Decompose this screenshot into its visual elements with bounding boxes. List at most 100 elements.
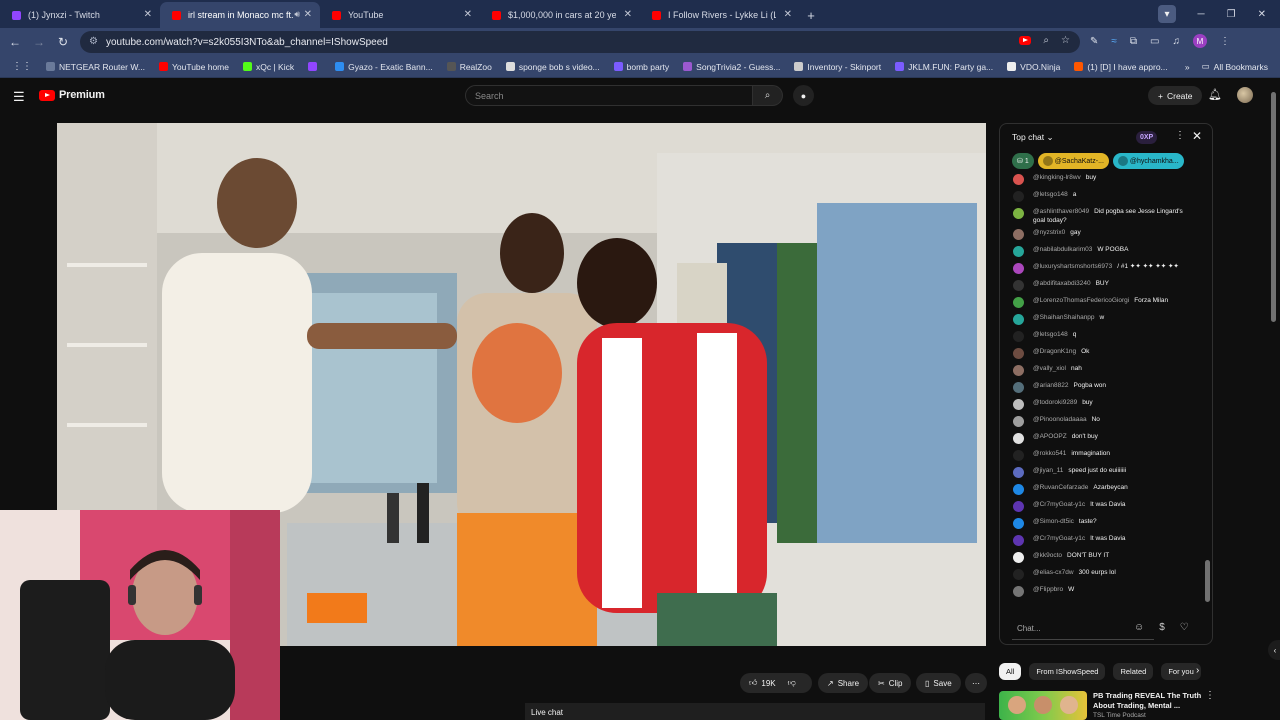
chat-author-name[interactable]: @nyzstrix0 <box>1033 229 1065 236</box>
chat-message[interactable]: @jiyan_11 speed just do euiiiiiii <box>1000 465 1200 482</box>
more-actions-button[interactable]: ⋯ <box>965 673 987 693</box>
chat-author-name[interactable]: @RuvanCefarzade <box>1033 484 1088 491</box>
chat-author-name[interactable]: @Pinoonoladaaaa <box>1033 416 1087 423</box>
reload-button[interactable]: ↻ <box>51 35 75 49</box>
chat-author-avatar[interactable] <box>1013 484 1024 495</box>
super-chat-ticker[interactable]: @hychamkha... <box>1112 153 1184 169</box>
chat-author-name[interactable]: @jiyan_11 <box>1033 467 1063 474</box>
chat-mode-select[interactable]: Top chat ⌄ <box>1012 132 1054 143</box>
tab-search-button[interactable]: ▾ <box>1158 5 1176 23</box>
chat-author-avatar[interactable] <box>1013 174 1024 185</box>
youtube-app-icon[interactable] <box>1019 36 1032 45</box>
new-tab-button[interactable]: + <box>800 2 822 28</box>
chat-author-avatar[interactable] <box>1013 535 1024 546</box>
side-panel-expand-icon[interactable]: ‹ <box>1268 640 1280 660</box>
chat-message[interactable]: @letsgo148 a <box>1000 189 1200 206</box>
chat-author-name[interactable]: @rokko541 <box>1033 450 1066 457</box>
close-tab-icon[interactable]: ✕ <box>464 9 472 20</box>
chat-message[interactable]: @APOOPZ don't buy <box>1000 431 1200 448</box>
minimize-icon[interactable]: ─ <box>1198 9 1205 20</box>
restore-icon[interactable]: ❐ <box>1227 9 1236 20</box>
chat-message[interactable]: @ShaihanShaihanpp w <box>1000 312 1200 329</box>
close-tab-icon[interactable]: ✕ <box>624 9 632 20</box>
chat-message[interactable]: @letsgo148 q <box>1000 329 1200 346</box>
bookmark-item[interactable]: (1) [D] I have appro... <box>1074 62 1168 72</box>
cast-icon[interactable]: ▭ <box>1150 36 1159 47</box>
recommended-menu-icon[interactable]: ⋮ <box>1205 690 1215 701</box>
browser-tab[interactable]: (1) Jynxzi - Twitch ✕ <box>0 2 160 28</box>
chat-message[interactable]: @RuvanCefarzade Azarbeycan <box>1000 482 1200 499</box>
create-button[interactable]: + Create <box>1148 86 1203 105</box>
chat-input[interactable]: Chat... <box>1012 620 1154 640</box>
chat-author-avatar[interactable] <box>1013 399 1024 410</box>
super-chat-ticker[interactable]: @SachaKatz-... <box>1037 153 1109 169</box>
bookmark-item[interactable]: YouTube home <box>158 62 229 72</box>
chat-author-avatar[interactable] <box>1013 314 1024 325</box>
bookmark-item[interactable]: VDO.Ninja <box>1007 62 1060 72</box>
bookmark-star-icon[interactable]: ☆ <box>1061 35 1070 46</box>
chat-author-avatar[interactable] <box>1013 416 1024 427</box>
chat-message[interactable]: @Cr7myGoat-y1c It was Davia <box>1000 533 1200 550</box>
chat-author-avatar[interactable] <box>1013 246 1024 257</box>
close-tab-icon[interactable]: ✕ <box>784 9 792 20</box>
chat-message[interactable]: @rokko541 immagination <box>1000 448 1200 465</box>
chat-author-avatar[interactable] <box>1013 348 1024 359</box>
chat-message[interactable]: @kingking-lr8wv buy <box>1000 172 1200 189</box>
menu-kebab-icon[interactable]: ⋮ <box>1220 36 1230 47</box>
chat-message[interactable]: @elias-cx7dw 300 eurps lol <box>1000 567 1200 584</box>
back-button[interactable]: ← <box>3 35 27 49</box>
chat-author-avatar[interactable] <box>1013 433 1024 444</box>
chat-author-avatar[interactable] <box>1013 191 1024 202</box>
voice-search-button[interactable]: ● <box>793 85 814 106</box>
chat-author-name[interactable]: @Cr7myGoat-y1c <box>1033 535 1085 542</box>
close-chat-icon[interactable]: ✕ <box>1192 129 1202 143</box>
chat-author-name[interactable]: @luxuryshartsmshorts6973 <box>1033 263 1112 270</box>
chat-author-name[interactable]: @ShaihanShaihanpp <box>1033 314 1095 321</box>
chat-author-name[interactable]: @Cr7myGoat-y1c <box>1033 501 1085 508</box>
tab-audio-icon[interactable]: 🔊︎ <box>294 9 300 20</box>
all-bookmarks-button[interactable]: » ▭ All Bookmarks <box>1185 61 1268 72</box>
page-scrollbar[interactable] <box>1271 92 1276 322</box>
chat-author-avatar[interactable] <box>1013 297 1024 308</box>
close-window-icon[interactable]: ✕ <box>1258 9 1266 20</box>
bookmark-item[interactable] <box>308 62 321 71</box>
chat-author-avatar[interactable] <box>1013 382 1024 393</box>
media-icon[interactable]: ♫ <box>1172 36 1180 47</box>
bookmark-item[interactable]: SongTrivia2 - Guess... <box>683 62 780 72</box>
chat-message[interactable]: @vally_xiol nah <box>1000 363 1200 380</box>
chat-author-avatar[interactable] <box>1013 331 1024 342</box>
bookmark-item[interactable]: JKLM.FUN: Party ga... <box>895 62 993 72</box>
chat-author-avatar[interactable] <box>1013 229 1024 240</box>
chat-author-name[interactable]: @letsgo148 <box>1033 331 1068 338</box>
bookmark-item[interactable]: NETGEAR Router W... <box>46 62 145 72</box>
chat-message[interactable]: @Pinoonoladaaaa No <box>1000 414 1200 431</box>
chat-author-name[interactable]: @arian8822 <box>1033 382 1069 389</box>
chat-author-name[interactable]: @ashlinthaver8049 <box>1033 208 1089 215</box>
profile-avatar[interactable]: M <box>1192 34 1207 48</box>
hamburger-menu-icon[interactable]: ☰ <box>13 89 25 105</box>
chat-author-name[interactable]: @vally_xiol <box>1033 365 1066 372</box>
heart-icon[interactable]: ♡ <box>1180 622 1189 633</box>
chat-author-name[interactable]: @kingking-lr8wv <box>1033 174 1081 181</box>
chat-message[interactable]: @ashlinthaver8049 Did pogba see Jesse Lin… <box>1000 206 1200 227</box>
chat-message[interactable]: @arian8822 Pogba won <box>1000 380 1200 397</box>
search-input[interactable]: Search <box>465 85 753 106</box>
browser-tab[interactable]: I Follow Rivers - Lykke Li (La Vie ✕ <box>640 2 800 28</box>
chat-author-avatar[interactable] <box>1013 280 1024 291</box>
chat-author-name[interactable]: @Flippbro <box>1033 586 1063 593</box>
chat-author-avatar[interactable] <box>1013 501 1024 512</box>
browser-tab[interactable]: YouTube ✕ <box>320 2 480 28</box>
chat-author-avatar[interactable] <box>1013 365 1024 376</box>
filter-chip[interactable]: Related <box>1113 663 1154 680</box>
recommended-title[interactable]: PB Trading REVEAL The Truth About Tradin… <box>1093 691 1213 711</box>
browser-tab[interactable]: $1,000,000 in cars at 20 years o ✕ <box>480 2 640 28</box>
chat-scroll-thumb[interactable] <box>1205 560 1210 602</box>
bookmark-item[interactable]: xQc | Kick <box>243 62 294 72</box>
bookmark-item[interactable]: RealZoo <box>446 62 492 72</box>
close-tab-icon[interactable]: ✕ <box>304 9 312 20</box>
browser-tab[interactable]: irl stream in Monaco mc ft. 🔊︎ ✕ <box>160 2 320 28</box>
chat-author-name[interactable]: @abdifitaxabdi3240 <box>1033 280 1091 287</box>
bookmark-item[interactable]: bomb party <box>613 62 669 72</box>
chat-message[interactable]: @Simon-dt5ic taste? <box>1000 516 1200 533</box>
chat-author-name[interactable]: @Simon-dt5ic <box>1033 518 1074 525</box>
